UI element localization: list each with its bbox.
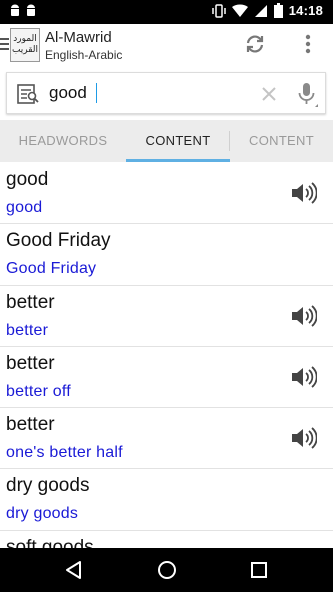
- notification-icons: [9, 4, 37, 18]
- clock: 14:18: [288, 3, 323, 18]
- overflow-menu-icon[interactable]: [298, 33, 318, 55]
- translation: dry goods: [6, 505, 79, 523]
- results-list: good good Good Friday Good Friday better…: [0, 163, 333, 548]
- vibrate-icon: [212, 3, 226, 18]
- wifi-icon: [231, 3, 248, 17]
- translation: better off: [6, 382, 71, 400]
- status-bar: 14:18: [0, 0, 333, 24]
- tab-content-label: CONTENT: [145, 133, 211, 148]
- home-icon[interactable]: [156, 559, 178, 581]
- navigation-bar: [0, 548, 333, 592]
- app-subtitle: English-Arabic: [45, 48, 123, 62]
- speaker-icon[interactable]: [291, 366, 317, 388]
- translation: one's better half: [6, 444, 123, 462]
- headword: dry goods: [6, 475, 90, 497]
- translation: Good Friday: [6, 260, 97, 278]
- search-box: [6, 72, 326, 114]
- translation: better: [6, 321, 49, 339]
- list-item[interactable]: good good: [0, 163, 333, 225]
- tab-content-secondary[interactable]: CONTENT: [230, 120, 333, 162]
- search-type-icon[interactable]: [17, 83, 41, 105]
- headword: better: [6, 291, 55, 313]
- sync-icon[interactable]: [244, 33, 266, 55]
- speaker-icon[interactable]: [291, 427, 317, 449]
- speaker-icon[interactable]: [291, 304, 317, 327]
- clear-icon[interactable]: [261, 86, 277, 102]
- text-cursor: [96, 83, 97, 103]
- list-item[interactable]: better one's better half: [0, 408, 333, 470]
- android-icon: [11, 4, 19, 16]
- list-item[interactable]: better better off: [0, 347, 333, 409]
- list-item[interactable]: soft goods: [0, 531, 333, 548]
- app-logo[interactable]: المورد القريب: [10, 28, 40, 62]
- headword: Good Friday: [6, 230, 111, 252]
- android-icon: [27, 4, 35, 16]
- search-input[interactable]: [49, 80, 249, 106]
- list-item[interactable]: better better: [0, 286, 333, 347]
- list-item[interactable]: Good Friday Good Friday: [0, 224, 333, 286]
- speaker-icon[interactable]: [291, 182, 317, 204]
- headword: better: [6, 352, 55, 374]
- app-title: Al-Mawrid: [45, 29, 112, 46]
- headword: good: [6, 169, 49, 190]
- back-icon[interactable]: [64, 560, 84, 580]
- tab-content[interactable]: CONTENT: [126, 120, 230, 162]
- list-item[interactable]: dry goods dry goods: [0, 469, 333, 531]
- battery-icon: [273, 3, 283, 18]
- menu-icon[interactable]: [0, 38, 10, 50]
- recents-icon[interactable]: [249, 560, 269, 580]
- signal-icon: [254, 4, 267, 17]
- tab-bar: HEADWORDS CONTENT CONTENT: [0, 120, 333, 162]
- headword: soft goods: [6, 536, 94, 548]
- system-icons: 14:18: [212, 3, 323, 18]
- active-tab-indicator: [126, 159, 230, 162]
- tab-headwords[interactable]: HEADWORDS: [0, 120, 126, 162]
- headword: better: [6, 414, 55, 436]
- microphone-icon[interactable]: [296, 82, 318, 108]
- tab-divider: [229, 131, 230, 151]
- translation: good: [6, 199, 43, 216]
- app-bar: المورد القريب Al-Mawrid English-Arabic: [0, 24, 333, 66]
